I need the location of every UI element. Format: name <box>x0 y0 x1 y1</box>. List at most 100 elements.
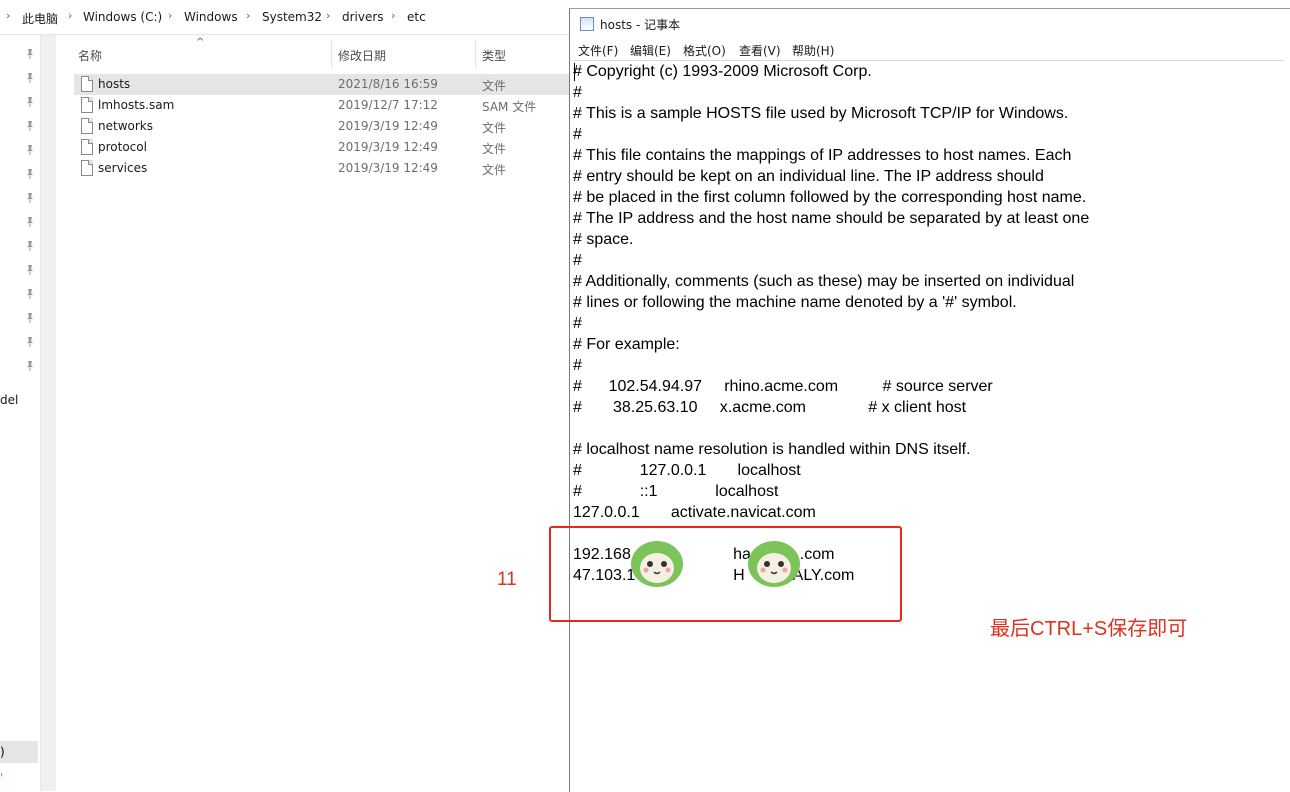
pin-icon[interactable] <box>24 168 36 180</box>
text-line: 127.0.0.1 activate.navicat.com <box>573 504 816 521</box>
file-name: services <box>98 161 148 175</box>
breadcrumb-etc[interactable]: etc <box>407 10 426 24</box>
nav-item-partial-icon[interactable]: ' <box>0 771 3 785</box>
pin-icon[interactable] <box>24 96 36 108</box>
file-name: hosts <box>98 77 131 91</box>
breadcrumb-system32[interactable]: System32 <box>262 10 322 24</box>
text-line: # The IP address and the host name shoul… <box>573 210 1090 227</box>
text-line: # This file contains the mappings of IP … <box>573 147 1072 164</box>
text-line: # <box>573 357 582 374</box>
file-modified-date: 2019/3/19 12:49 <box>338 119 438 133</box>
navigation-pane: del ) ' <box>0 35 40 791</box>
pin-icon[interactable] <box>24 240 36 252</box>
text-line: # entry should be kept on an individual … <box>573 168 1044 185</box>
chevron-right-icon: › <box>246 9 251 22</box>
file-row[interactable]: lmhosts.sam 2019/12/7 17:12 SAM 文件 <box>74 95 570 116</box>
text-line: # 38.25.63.10 x.acme.com # x client host <box>573 399 967 416</box>
address-bar[interactable]: › 此电脑 › Windows (C:) › Windows › System3… <box>0 0 570 35</box>
file-row[interactable]: services 2019/3/19 12:49 文件 <box>74 158 570 179</box>
column-divider[interactable] <box>475 40 476 68</box>
file-icon <box>81 97 93 113</box>
file-icon <box>81 139 93 155</box>
file-row[interactable]: networks 2019/3/19 12:49 文件 <box>74 116 570 137</box>
file-row[interactable]: hosts 2021/8/16 16:59 文件 <box>74 74 570 95</box>
text-line: # localhost name resolution is handled w… <box>573 441 971 458</box>
chevron-right-icon: › <box>68 9 73 22</box>
file-icon <box>81 160 93 176</box>
menu-bar: 文件(F) 编辑(E) 格式(O) 查看(V) 帮助(H) <box>570 39 1290 59</box>
annotation-step-label: 11 <box>497 569 517 590</box>
file-type: 文件 <box>482 163 507 177</box>
breadcrumb-c-drive[interactable]: Windows (C:) <box>83 10 162 24</box>
chevron-right-icon: › <box>391 9 396 22</box>
pin-icon[interactable] <box>24 288 36 300</box>
file-row[interactable]: protocol 2019/3/19 12:49 文件 <box>74 137 570 158</box>
pin-icon[interactable] <box>24 192 36 204</box>
text-line: # ::1 localhost <box>573 483 779 500</box>
menu-view[interactable]: 查看(V) <box>739 42 781 59</box>
text-line: # <box>573 252 582 269</box>
pin-icon[interactable] <box>24 312 36 324</box>
text-line: # Additionally, comments (such as these)… <box>573 273 1075 290</box>
window-title: hosts - 记事本 <box>600 18 681 32</box>
menu-help[interactable]: 帮助(H) <box>792 42 834 59</box>
text-line: # space. <box>573 231 634 248</box>
notepad-window: hosts - 记事本 文件(F) 编辑(E) 格式(O) 查看(V) 帮助(H… <box>569 8 1290 792</box>
pin-icon[interactable] <box>24 216 36 228</box>
pin-icon[interactable] <box>24 264 36 276</box>
nav-item-partial-label[interactable]: del <box>0 393 18 407</box>
chevron-right-icon: › <box>168 9 173 22</box>
column-header-modified[interactable]: 修改日期 <box>338 47 386 64</box>
nav-item-selected-label: ) <box>0 745 5 759</box>
text-line: # lines or following the machine name de… <box>573 294 1017 311</box>
redaction-sticker-icon <box>631 541 683 587</box>
text-line: # For example: <box>573 336 680 353</box>
pin-icon[interactable] <box>24 336 36 348</box>
text-line: # <box>573 315 582 332</box>
text-line: # <box>573 126 582 143</box>
pin-icon[interactable] <box>24 48 36 60</box>
annotation-save-instruction: 最后CTRL+S保存即可 <box>990 618 1188 640</box>
text-line: # <box>573 84 582 101</box>
nav-item-selected[interactable]: ) <box>0 741 38 763</box>
text-line: # Copyright (c) 1993-2009 Microsoft Corp… <box>573 63 872 80</box>
text-line: # 102.54.94.97 rhino.acme.com # source s… <box>573 378 993 395</box>
file-modified-date: 2021/8/16 16:59 <box>338 77 438 91</box>
file-icon <box>81 118 93 134</box>
file-name: protocol <box>98 140 147 154</box>
file-type: 文件 <box>482 142 507 156</box>
column-header-name[interactable]: 名称 <box>78 47 102 64</box>
file-type: SAM 文件 <box>482 100 537 114</box>
pin-icon[interactable] <box>24 72 36 84</box>
redaction-sticker-icon <box>748 541 800 587</box>
breadcrumb-windows[interactable]: Windows <box>184 10 238 24</box>
menu-file[interactable]: 文件(F) <box>578 42 618 59</box>
chevron-right-icon: › <box>326 9 331 22</box>
text-line: # be placed in the first column followed… <box>573 189 1087 206</box>
column-divider[interactable] <box>331 40 332 68</box>
file-name: networks <box>98 119 153 133</box>
chevron-right-icon: › <box>6 9 11 22</box>
pin-icon[interactable] <box>24 144 36 156</box>
file-explorer-window: › 此电脑 › Windows (C:) › Windows › System3… <box>0 0 570 791</box>
file-type: 文件 <box>482 79 507 93</box>
file-modified-date: 2019/3/19 12:49 <box>338 140 438 154</box>
breadcrumb-this-pc[interactable]: 此电脑 <box>22 10 58 27</box>
text-editor-area[interactable]: # Copyright (c) 1993-2009 Microsoft Corp… <box>573 60 1285 791</box>
file-type: 文件 <box>482 121 507 135</box>
pin-icon[interactable] <box>24 360 36 372</box>
breadcrumb-drivers[interactable]: drivers <box>342 10 384 24</box>
notepad-icon <box>580 17 594 31</box>
file-modified-date: 2019/3/19 12:49 <box>338 161 438 175</box>
menu-format[interactable]: 格式(O) <box>683 42 726 59</box>
pin-icon[interactable] <box>24 120 36 132</box>
file-name: lmhosts.sam <box>98 98 175 112</box>
file-icon <box>81 76 93 92</box>
file-modified-date: 2019/12/7 17:12 <box>338 98 438 112</box>
highlight-box <box>549 526 902 622</box>
menu-edit[interactable]: 编辑(E) <box>630 42 671 59</box>
column-header-type[interactable]: 类型 <box>482 47 506 64</box>
text-line: # 127.0.0.1 localhost <box>573 462 801 479</box>
navigation-scrollbar[interactable] <box>40 35 56 791</box>
text-line: # This is a sample HOSTS file used by Mi… <box>573 105 1069 122</box>
